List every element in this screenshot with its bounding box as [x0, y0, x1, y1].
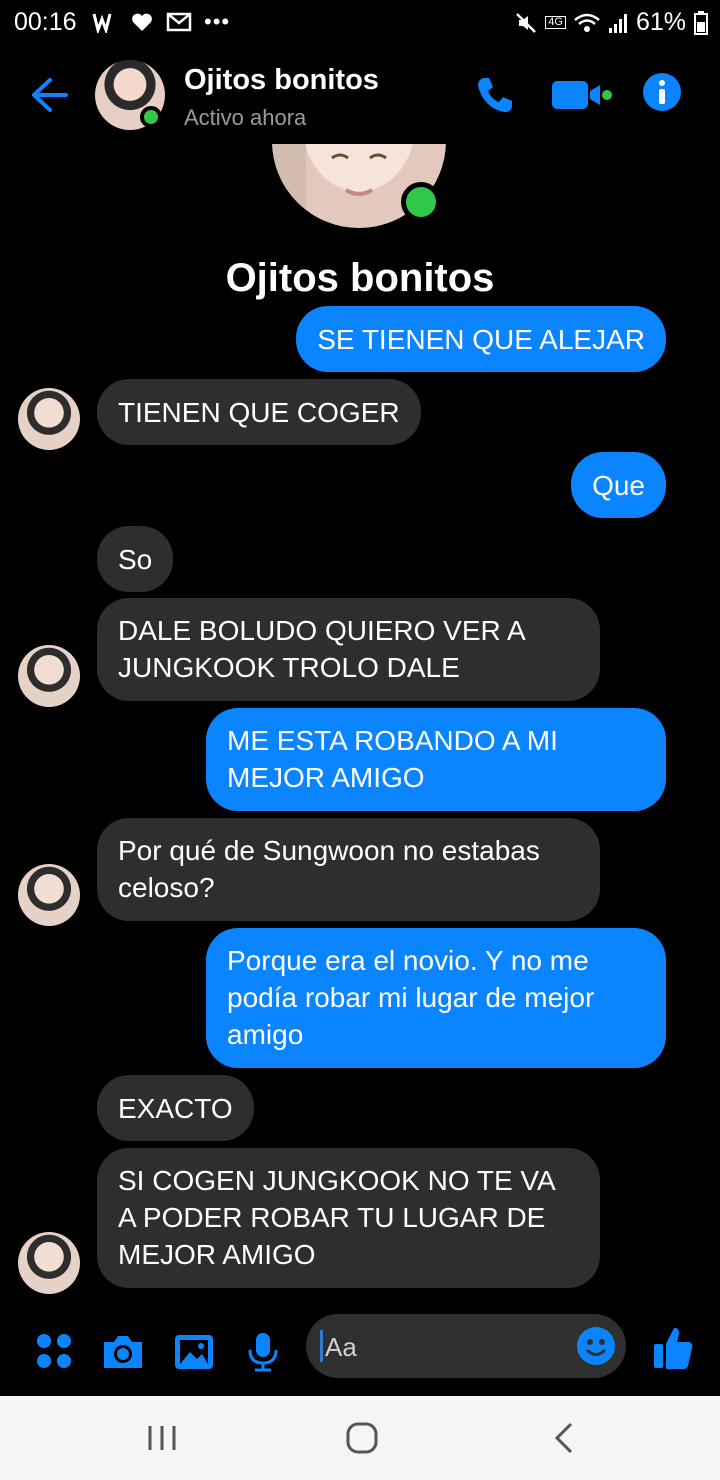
outgoing-message[interactable]: Porque era el novio. Y no me podía robar…	[206, 928, 666, 1068]
avatar[interactable]	[18, 645, 80, 707]
incoming-message[interactable]: Por qué de Sungwoon no estabas celoso?	[97, 818, 600, 921]
status-bar: 00:16 ••• 4G 61%	[0, 0, 720, 44]
video-camera-icon[interactable]	[550, 78, 612, 112]
system-icons: 4G 61%	[515, 8, 708, 37]
mail-icon	[166, 12, 192, 32]
message-input[interactable]: Aa	[306, 1314, 626, 1378]
incoming-message[interactable]: TIENEN QUE COGER	[97, 379, 421, 445]
system-nav-bar	[0, 1396, 720, 1480]
phone-icon[interactable]	[474, 74, 516, 116]
wifi-icon	[574, 13, 600, 32]
incoming-message[interactable]: So	[97, 526, 174, 592]
more-notifications-icon: •••	[204, 9, 231, 34]
contact-name[interactable]: Ojitos bonitos	[184, 64, 379, 97]
camera-icon[interactable]	[101, 1330, 145, 1374]
image-icon[interactable]	[172, 1330, 216, 1374]
profile-name: Ojitos bonitos	[225, 256, 495, 300]
message-placeholder: Aa	[325, 1332, 357, 1362]
message-composer: Aa	[0, 1310, 720, 1396]
text-caret	[320, 1330, 323, 1362]
notification-icons: •••	[92, 9, 230, 35]
heart-icon	[132, 13, 152, 31]
volte-icon: 4G	[545, 16, 566, 29]
home-icon[interactable]	[342, 1418, 382, 1458]
profile-online-indicator	[401, 182, 441, 222]
outgoing-message[interactable]: SE TIENEN QUE ALEJAR	[296, 306, 666, 372]
avatar[interactable]	[18, 1232, 80, 1294]
online-indicator	[140, 106, 162, 128]
status-time: 00:16	[14, 8, 77, 36]
wattpad-icon	[92, 13, 112, 33]
incoming-message[interactable]: SI COGEN JUNGKOOK NO TE VA A PODER ROBAR…	[97, 1148, 600, 1288]
mute-icon	[516, 12, 537, 33]
battery-icon	[694, 10, 708, 35]
outgoing-message[interactable]: Que	[571, 452, 666, 518]
apps-grid-icon[interactable]	[33, 1330, 77, 1374]
back-arrow-icon[interactable]	[28, 74, 70, 116]
recent-apps-icon[interactable]	[142, 1418, 182, 1458]
outgoing-message[interactable]: ME ESTA ROBANDO A MI MEJOR AMIGO	[206, 708, 666, 811]
avatar[interactable]	[18, 864, 80, 926]
signal-icon	[608, 13, 627, 33]
info-icon[interactable]	[642, 72, 682, 112]
avatar[interactable]	[18, 388, 80, 450]
emoji-icon[interactable]	[576, 1326, 616, 1366]
incoming-message[interactable]: EXACTO	[97, 1075, 254, 1141]
microphone-icon[interactable]	[241, 1330, 285, 1374]
battery-percent: 61%	[635, 8, 686, 36]
back-nav-icon[interactable]	[545, 1418, 585, 1458]
contact-status: Activo ahora	[184, 105, 307, 130]
chat-header: Ojitos bonitos Activo ahora	[0, 44, 720, 144]
incoming-message[interactable]: DALE BOLUDO QUIERO VER A JUNGKOOK TROLO …	[97, 598, 600, 701]
thumbs-up-icon[interactable]	[652, 1324, 694, 1372]
